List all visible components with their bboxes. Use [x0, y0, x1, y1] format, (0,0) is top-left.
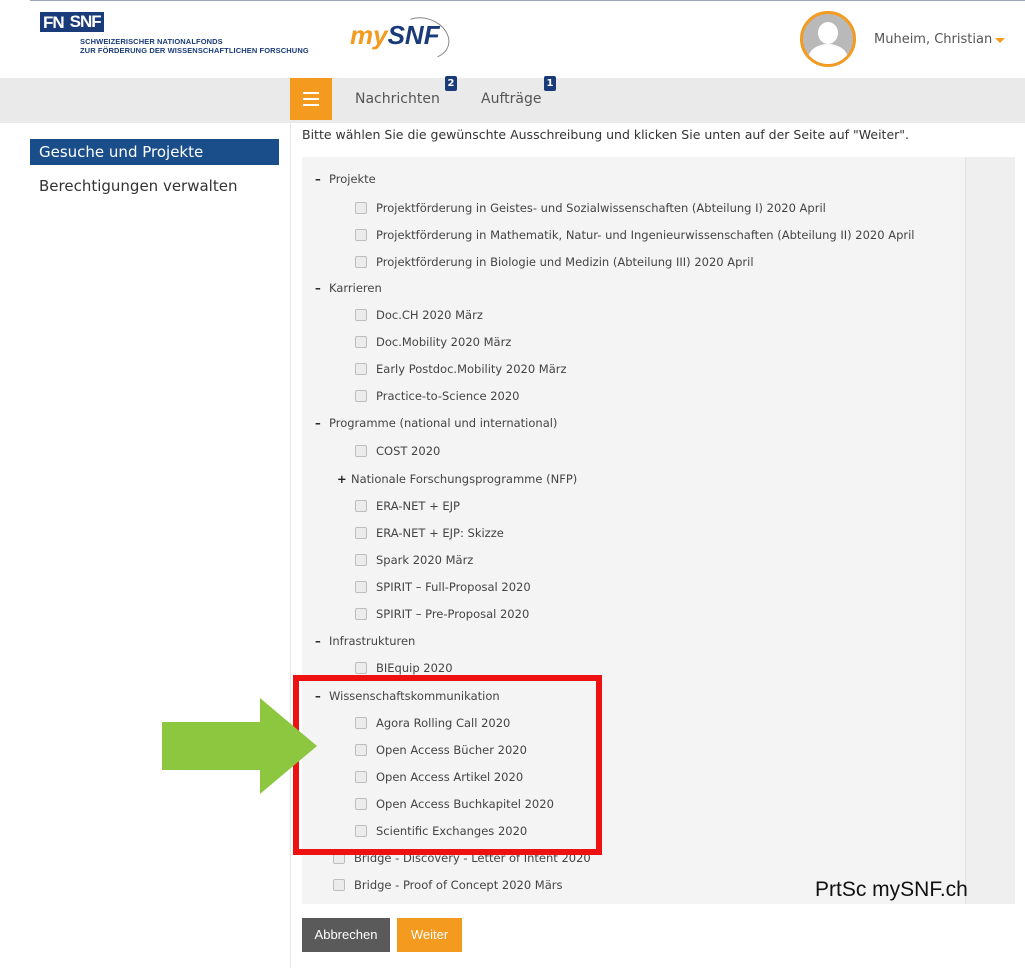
list-item[interactable]: COST 2020	[355, 444, 440, 458]
list-item[interactable]: ERA-NET + EJP: Skizze	[355, 526, 504, 540]
option-label: Spark 2020 März	[376, 553, 474, 567]
sidebar-item-berechtigungen[interactable]: Berechtigungen verwalten	[39, 177, 237, 195]
collapse-icon[interactable]: –	[315, 416, 329, 430]
hamburger-menu-icon[interactable]	[290, 78, 332, 120]
option-label: Early Postdoc.Mobility 2020 März	[376, 362, 567, 376]
option-label: COST 2020	[376, 444, 441, 458]
fnsnf-logo[interactable]: FN SNF	[40, 12, 104, 32]
avatar[interactable]	[800, 11, 856, 67]
group-programme[interactable]: – Programme (national und international)	[315, 416, 557, 430]
checkbox[interactable]	[355, 309, 367, 321]
group-infrastrukturen[interactable]: – Infrastrukturen	[315, 634, 415, 648]
panel-side-stripe	[965, 157, 1015, 904]
option-label: SPIRIT – Full-Proposal 2020	[376, 580, 531, 594]
group-label: Projekte	[329, 172, 376, 186]
list-item[interactable]: Practice-to-Science 2020	[355, 389, 520, 403]
expand-icon[interactable]: +	[337, 472, 351, 486]
checkbox[interactable]	[355, 608, 367, 620]
checkbox[interactable]	[355, 662, 367, 674]
sidebar-item-gesuche[interactable]: Gesuche und Projekte	[30, 139, 279, 165]
next-button[interactable]: Weiter	[397, 918, 462, 952]
group-label: Programme (national und international)	[329, 416, 558, 430]
avatar-head	[818, 22, 838, 44]
nav-messages[interactable]: Nachrichten	[355, 91, 440, 107]
subgroup-nfp[interactable]: + Nationale Forschungsprogramme (NFP)	[337, 472, 577, 486]
logo-snf-app: SNF	[387, 20, 440, 50]
list-item[interactable]: ERA-NET + EJP	[355, 499, 460, 513]
option-label: Doc.CH 2020 März	[376, 308, 483, 322]
header-divider	[30, 0, 1025, 1]
collapse-icon[interactable]: –	[315, 172, 329, 186]
checkbox[interactable]	[355, 202, 367, 214]
option-label: Doc.Mobility 2020 März	[376, 335, 512, 349]
logo-subtitle-line1: Schweizerischer Nationalfonds	[80, 37, 223, 46]
logo-snf: SNF	[66, 12, 104, 32]
checkbox[interactable]	[355, 500, 367, 512]
checkbox[interactable]	[355, 390, 367, 402]
list-item[interactable]: Bridge - Proof of Concept 2020 Märs	[333, 878, 563, 892]
logo-subtitle: Schweizerischer Nationalfonds zur Förder…	[80, 37, 309, 55]
group-label: Nationale Forschungsprogramme (NFP)	[351, 472, 578, 486]
group-karrieren[interactable]: – Karrieren	[315, 281, 382, 295]
arrow-right-icon	[162, 698, 317, 794]
list-item[interactable]: Spark 2020 März	[355, 553, 473, 567]
checkbox[interactable]	[355, 581, 367, 593]
group-label: Karrieren	[329, 281, 382, 295]
list-item[interactable]: Projektförderung in Geistes- und Sozialw…	[355, 201, 826, 215]
nav-orders[interactable]: Aufträge	[481, 91, 541, 107]
checkbox[interactable]	[355, 336, 367, 348]
checkbox[interactable]	[355, 527, 367, 539]
avatar-body	[808, 44, 848, 64]
checkbox[interactable]	[355, 363, 367, 375]
group-projekte[interactable]: – Projekte	[315, 172, 376, 186]
highlight-box	[293, 675, 602, 855]
checkbox[interactable]	[355, 554, 367, 566]
header: FN SNF Schweizerischer Nationalfonds zur…	[0, 0, 1025, 78]
logo-fn: FN	[40, 12, 67, 32]
watermark: PrtSc mySNF.ch	[815, 878, 968, 901]
option-label: Projektförderung in Geistes- und Sozialw…	[376, 201, 826, 215]
group-label: Infrastrukturen	[329, 634, 416, 648]
list-item[interactable]: SPIRIT – Pre-Proposal 2020	[355, 607, 529, 621]
list-item[interactable]: Early Postdoc.Mobility 2020 März	[355, 362, 567, 376]
logo-my: my	[350, 20, 388, 50]
cancel-button[interactable]: Abbrechen	[302, 918, 390, 952]
list-item[interactable]: Doc.Mobility 2020 März	[355, 335, 511, 349]
messages-badge: 2	[445, 76, 457, 91]
sidebar-divider	[290, 123, 291, 968]
caret-down-icon[interactable]	[995, 38, 1005, 43]
option-label: Projektförderung in Biologie und Medizin…	[376, 255, 754, 269]
option-label: SPIRIT – Pre-Proposal 2020	[376, 607, 530, 621]
checkbox[interactable]	[333, 879, 345, 891]
option-label: ERA-NET + EJP	[376, 499, 460, 513]
option-label: ERA-NET + EJP: Skizze	[376, 526, 504, 540]
user-menu-name[interactable]: Muheim, Christian	[874, 32, 992, 47]
list-item[interactable]: SPIRIT – Full-Proposal 2020	[355, 580, 531, 594]
option-label: Projektförderung in Mathematik, Natur- u…	[376, 228, 915, 242]
checkbox[interactable]	[355, 256, 367, 268]
instruction-text: Bitte wählen Sie die gewünschte Ausschre…	[302, 127, 909, 142]
collapse-icon[interactable]: –	[315, 281, 329, 295]
list-item[interactable]: Doc.CH 2020 März	[355, 308, 483, 322]
mysnf-logo[interactable]: mySNF	[338, 10, 456, 66]
option-label: BIEquip 2020	[376, 661, 453, 675]
checkbox[interactable]	[355, 229, 367, 241]
collapse-icon[interactable]: –	[315, 634, 329, 648]
list-item[interactable]: Projektförderung in Mathematik, Natur- u…	[355, 228, 915, 242]
list-item[interactable]: Projektförderung in Biologie und Medizin…	[355, 255, 754, 269]
option-label: Bridge - Proof of Concept 2020 Märs	[354, 878, 563, 892]
option-label: Practice-to-Science 2020	[376, 389, 520, 403]
list-item[interactable]: BIEquip 2020	[355, 661, 453, 675]
checkbox[interactable]	[355, 445, 367, 457]
orders-badge: 1	[544, 76, 556, 91]
logo-subtitle-line2: zur Förderung der wissenschaftlichen For…	[80, 46, 309, 55]
